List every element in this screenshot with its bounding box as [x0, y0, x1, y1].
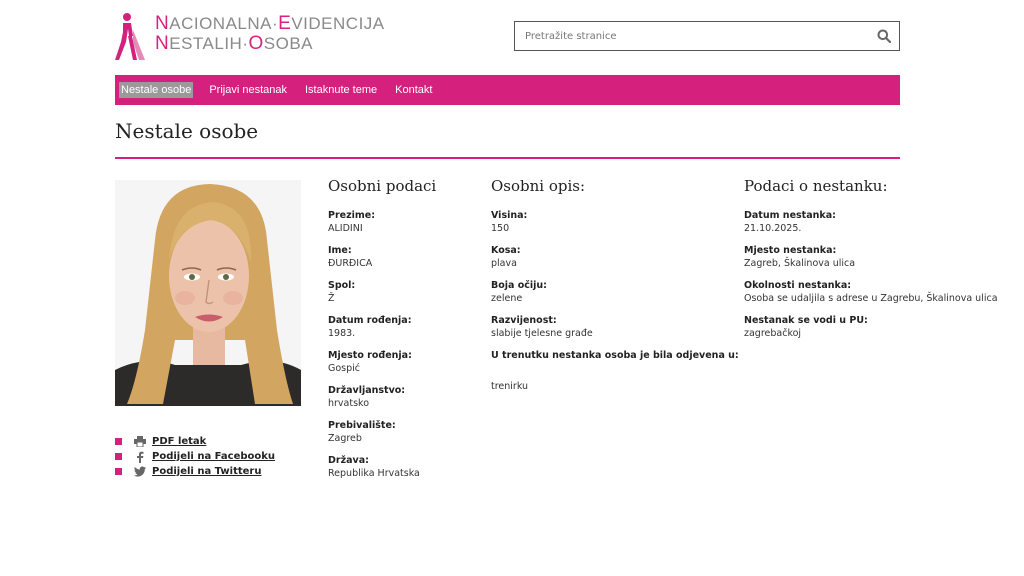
- field-value: zagrebačkoj: [744, 328, 802, 339]
- field-label: Kosa:: [491, 245, 521, 256]
- pdf-link[interactable]: PDF letak: [152, 436, 206, 447]
- field-value: Republika Hrvatska: [328, 468, 420, 479]
- field-ime: Ime: ĐURĐICA: [328, 244, 478, 270]
- printer-icon: [134, 436, 146, 448]
- field-value: 1983.: [328, 328, 356, 339]
- field-visina: Visina: 150: [491, 209, 731, 235]
- search-icon: [877, 29, 891, 43]
- page-wrapper: NACIONALNA·EVIDENCIJA NESTALIH·OSOBA Nes…: [115, 0, 998, 576]
- field-value: plava: [491, 258, 517, 269]
- disappearance-section: Podaci o nestanku: Datum nestanka: 21.10.…: [744, 177, 1004, 349]
- logo-figure-icon: [115, 12, 147, 62]
- twitter-icon: [134, 466, 146, 478]
- logo-line-2: NESTALIH·OSOBA: [155, 33, 314, 54]
- action-facebook: Podijeli na Facebooku: [115, 449, 315, 464]
- clothes-value: trenirku: [491, 381, 529, 392]
- field-label: Datum rođenja:: [328, 315, 412, 326]
- field-value: ĐURĐICA: [328, 258, 373, 269]
- field-drzava: Država: Republika Hrvatska: [328, 454, 478, 480]
- search-input[interactable]: [515, 23, 869, 49]
- share-actions: PDF letak Podijeli na Facebooku Podijeli…: [115, 434, 315, 479]
- field-label: Ime:: [328, 245, 352, 256]
- field-label: Okolnosti nestanka:: [744, 280, 852, 291]
- nav-item-istaknute-teme[interactable]: Istaknute teme: [303, 82, 379, 98]
- field-label: Mjesto nestanka:: [744, 245, 837, 256]
- field-value: zelene: [491, 293, 523, 304]
- field-value: 21.10.2025.: [744, 223, 802, 234]
- person-photo: [115, 180, 301, 406]
- search-box: [514, 21, 900, 51]
- site-logo[interactable]: NACIONALNA·EVIDENCIJA NESTALIH·OSOBA: [115, 12, 385, 62]
- field-mjesto-nestanka: Mjesto nestanka: Zagreb, Škalinova ulica: [744, 244, 1004, 270]
- field-value: Zagreb: [328, 433, 362, 444]
- field-label: Država:: [328, 455, 369, 466]
- bullet-square: [115, 438, 122, 445]
- field-label: Razvijenost:: [491, 315, 557, 326]
- nav-item-kontakt[interactable]: Kontakt: [393, 82, 434, 98]
- clothes-label: U trenutku nestanka osoba je bila odjeve…: [491, 350, 739, 361]
- field-prezime: Prezime: ALIDINI: [328, 209, 478, 235]
- field-value: slabije tjelesne građe: [491, 328, 593, 339]
- facebook-share-link[interactable]: Podijeli na Facebooku: [152, 451, 275, 462]
- logo-line-1: NACIONALNA·EVIDENCIJA: [155, 13, 385, 34]
- title-divider: [115, 157, 900, 159]
- field-policijska-uprava: Nestanak se vodi u PU: zagrebačkoj: [744, 314, 1004, 340]
- field-value: hrvatsko: [328, 398, 370, 409]
- field-datum-nestanka: Datum nestanka: 21.10.2025.: [744, 209, 1004, 235]
- field-drzavljanstvo: Državljanstvo: hrvatsko: [328, 384, 478, 410]
- disappearance-heading: Podaci o nestanku:: [744, 177, 888, 195]
- field-label: Spol:: [328, 280, 356, 291]
- description-section: Osobni opis: Visina: 150 Kosa: plava Boja …: [491, 177, 739, 402]
- search-button[interactable]: [869, 22, 899, 50]
- field-odjeca: U trenutku nestanka osoba je bila odjeve…: [491, 349, 739, 393]
- action-twitter: Podijeli na Twitteru: [115, 464, 315, 479]
- field-value: ALIDINI: [328, 223, 363, 234]
- bullet-square: [115, 468, 122, 475]
- field-value: Ž: [328, 293, 335, 304]
- nav-item-prijavi-nestanak[interactable]: Prijavi nestanak: [207, 82, 289, 98]
- twitter-share-link[interactable]: Podijeli na Twitteru: [152, 466, 261, 477]
- field-label: Boja očiju:: [491, 280, 547, 291]
- main-nav: Nestale osobe Prijavi nestanak Istaknute…: [115, 75, 900, 105]
- field-value: Zagreb, Škalinova ulica: [744, 258, 856, 269]
- field-prebivaliste: Prebivalište: Zagreb: [328, 419, 478, 445]
- field-label: Mjesto rođenja:: [328, 350, 412, 361]
- field-label: Nestanak se vodi u PU:: [744, 315, 868, 326]
- field-boja-ociju: Boja očiju: zelene: [491, 279, 731, 305]
- logo-text: NACIONALNA·EVIDENCIJA NESTALIH·OSOBA: [155, 14, 385, 54]
- personal-data-heading: Osobni podaci: [328, 177, 437, 195]
- action-pdf: PDF letak: [115, 434, 315, 449]
- field-value: 150: [491, 223, 510, 234]
- field-okolnosti-nestanka: Okolnosti nestanka: Osoba se udaljila s a…: [744, 279, 1004, 305]
- field-spol: Spol: Ž: [328, 279, 478, 305]
- personal-data-section: Osobni podaci Prezime: ALIDINI Ime: ĐURĐIC…: [328, 177, 478, 489]
- field-kosa: Kosa: plava: [491, 244, 731, 270]
- nav-item-nestale-osobe[interactable]: Nestale osobe: [119, 82, 194, 98]
- field-mjesto-rodenja: Mjesto rođenja: Gospić: [328, 349, 478, 375]
- field-value: Osoba se udaljila s adrese u Zagrebu, Šk…: [744, 293, 998, 304]
- field-label: Prebivalište:: [328, 420, 396, 431]
- field-value: Gospić: [328, 363, 361, 374]
- field-label: Visina:: [491, 210, 528, 221]
- bullet-square: [115, 453, 122, 460]
- field-label: Državljanstvo:: [328, 385, 406, 396]
- description-heading: Osobni opis:: [491, 177, 586, 195]
- field-label: Prezime:: [328, 210, 376, 221]
- page-title: Nestale osobe: [115, 119, 259, 143]
- field-razvijenost: Razvijenost: slabije tjelesne građe: [491, 314, 731, 340]
- facebook-icon: [134, 451, 146, 463]
- field-label: Datum nestanka:: [744, 210, 836, 221]
- field-datum-rodenja: Datum rođenja: 1983.: [328, 314, 478, 340]
